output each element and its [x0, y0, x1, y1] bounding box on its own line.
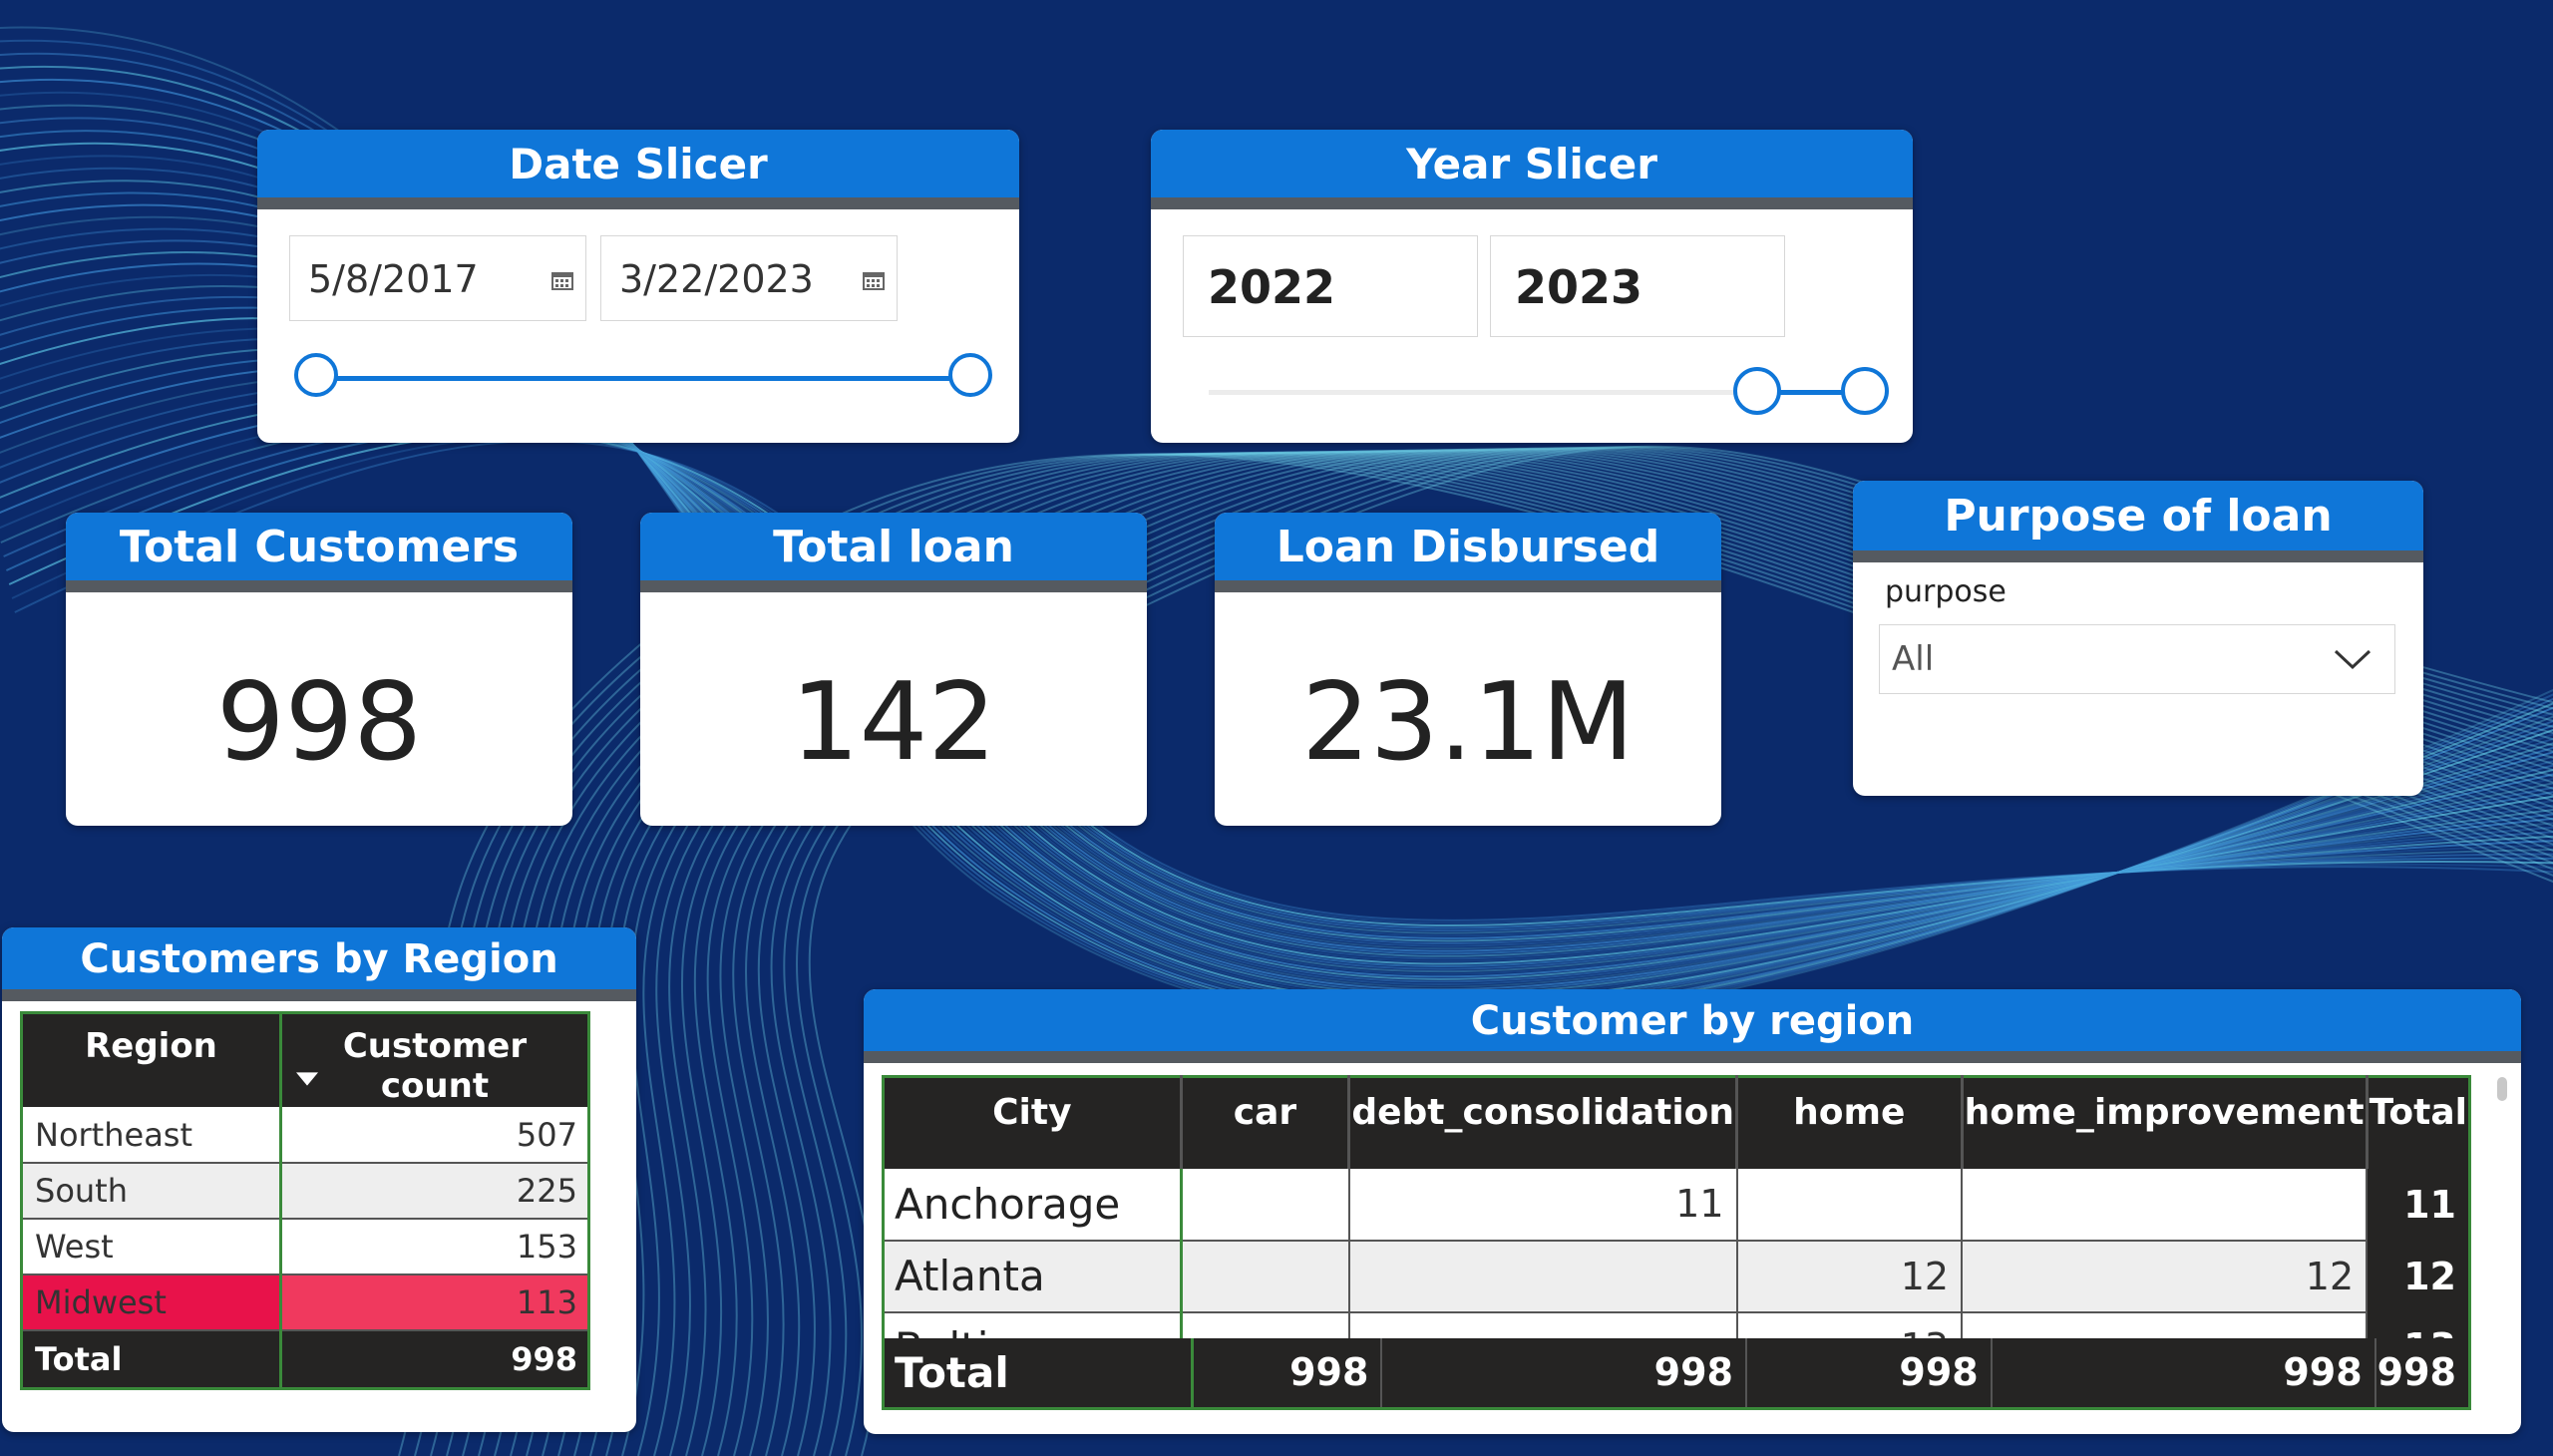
- end-date-input[interactable]: 3/22/2023: [600, 235, 898, 321]
- car-cell: [1181, 1168, 1350, 1242]
- end-date-value: 3/22/2023: [619, 257, 814, 301]
- purpose-slicer-card: Purpose of loan purpose All: [1853, 481, 2423, 796]
- purpose-selected-value: All: [1892, 639, 1935, 679]
- region-table: Region Customer count Northeast 507 Sout…: [20, 1011, 590, 1390]
- region-cell: West: [21, 1219, 282, 1275]
- header-customer-count[interactable]: Customer count: [281, 1013, 589, 1108]
- region-table-title: Customers by Region: [2, 927, 636, 1001]
- count-cell: 153: [280, 1219, 589, 1275]
- table-row-highlighted[interactable]: Midwest 113: [21, 1274, 589, 1331]
- kpi-card-loan-disbursed: Loan Disbursed 23.1M: [1215, 513, 1721, 826]
- header-total[interactable]: Total: [2367, 1077, 2469, 1169]
- sort-desc-icon: [296, 1072, 318, 1086]
- region-cell: Midwest: [21, 1274, 282, 1331]
- car-cell: [1181, 1240, 1350, 1313]
- matrix-viewport[interactable]: City car debt_consolidation home home_im…: [882, 1075, 2471, 1414]
- start-date-value: 5/8/2017: [308, 257, 479, 301]
- date-slider-track: [319, 376, 973, 381]
- header-debt-consolidation[interactable]: debt_consolidation: [1348, 1076, 1739, 1169]
- header-region[interactable]: Region: [21, 1012, 282, 1107]
- calendar-icon[interactable]: [551, 270, 573, 290]
- header-home[interactable]: home: [1736, 1076, 1964, 1169]
- city-cell: Anchorage: [883, 1168, 1183, 1242]
- home-improvement-cell: 12: [1962, 1240, 2369, 1313]
- total-label: Total: [883, 1338, 1194, 1408]
- debt-consolidation-cell: [1348, 1240, 1738, 1313]
- date-range-slider[interactable]: [294, 353, 992, 397]
- kpi-card-total-loan-customers: Total loan Customers 142: [640, 513, 1147, 826]
- header-home-improvement[interactable]: home_improvement: [1962, 1076, 2369, 1169]
- table-row[interactable]: Northeast 507: [21, 1107, 589, 1164]
- kpi-title: Total loan Customers: [640, 513, 1147, 642]
- table-row[interactable]: West 153: [21, 1219, 589, 1275]
- region-cell: Northeast: [21, 1107, 282, 1164]
- purpose-dropdown[interactable]: All: [1879, 624, 2395, 694]
- start-date-input[interactable]: 5/8/2017: [289, 235, 586, 321]
- purpose-field-label: purpose: [1885, 574, 2006, 609]
- row-total-cell: 12: [2367, 1240, 2470, 1312]
- kpi-value: 23.1M: [1301, 660, 1635, 785]
- total-debt-consolidation: 998: [1381, 1338, 1747, 1408]
- count-cell: 225: [280, 1163, 589, 1220]
- region-table-card: Customers by Region Region Customer coun…: [2, 927, 636, 1432]
- purpose-slicer-title: Purpose of loan: [1853, 481, 2423, 562]
- city-matrix-card: Customer by region City car debt_consoli…: [864, 989, 2521, 1434]
- date-slicer-title: Date Slicer: [257, 130, 1019, 209]
- total-car: 998: [1192, 1338, 1383, 1408]
- year-slicer-card: Year Slicer 2022 2023: [1151, 130, 1913, 443]
- date-slider-end-handle[interactable]: [948, 353, 992, 397]
- count-cell: 507: [280, 1107, 589, 1164]
- year-end-value: 2023: [1515, 260, 1643, 314]
- table-row[interactable]: South 225: [21, 1163, 589, 1220]
- year-slider-end-handle[interactable]: [1841, 367, 1889, 415]
- table-row[interactable]: Atlanta 12 12 12: [883, 1240, 2470, 1313]
- year-slicer-title: Year Slicer: [1151, 130, 1913, 209]
- total-home: 998: [1745, 1338, 1993, 1408]
- kpi-title: Total Customers: [66, 513, 572, 592]
- chevron-down-icon[interactable]: [2333, 647, 2372, 671]
- year-start-input[interactable]: 2022: [1183, 235, 1478, 337]
- header-car[interactable]: car: [1181, 1076, 1351, 1169]
- kpi-title: Loan Disbursed: [1215, 513, 1721, 592]
- debt-consolidation-cell: 11: [1348, 1168, 1738, 1242]
- year-range-slider[interactable]: [1209, 367, 1889, 415]
- city-cell: Atlanta: [883, 1240, 1183, 1313]
- region-cell: South: [21, 1163, 282, 1220]
- date-slicer-card: Date Slicer 5/8/2017 3/22/2023: [257, 130, 1019, 443]
- row-total-cell: 11: [2367, 1168, 2470, 1241]
- year-end-input[interactable]: 2023: [1490, 235, 1785, 337]
- kpi-card-total-customers: Total Customers 998: [66, 513, 572, 826]
- count-cell: 113: [280, 1274, 589, 1331]
- kpi-value: 142: [790, 660, 997, 785]
- home-cell: 12: [1736, 1240, 1964, 1313]
- total-home-improvement: 998: [1991, 1338, 2376, 1408]
- home-cell: [1736, 1168, 1964, 1242]
- matrix-scrollbar[interactable]: [2497, 1077, 2507, 1101]
- header-city[interactable]: City: [883, 1076, 1183, 1169]
- city-matrix-title: Customer by region: [864, 989, 2521, 1063]
- year-slider-start-handle[interactable]: [1733, 367, 1781, 415]
- calendar-icon[interactable]: [863, 270, 885, 290]
- total-value: 998: [511, 1339, 577, 1378]
- year-start-value: 2022: [1208, 260, 1336, 314]
- kpi-value: 998: [215, 660, 423, 785]
- total-label: Total: [21, 1330, 282, 1388]
- home-improvement-cell: [1962, 1168, 2369, 1242]
- city-matrix-total: Total 998 998 998 998 998: [882, 1338, 2471, 1410]
- table-row[interactable]: Anchorage 11 11: [883, 1168, 2470, 1242]
- table-total-row: Total 998: [21, 1330, 589, 1388]
- date-slider-start-handle[interactable]: [294, 353, 338, 397]
- total-grand: 998: [2376, 1350, 2456, 1395]
